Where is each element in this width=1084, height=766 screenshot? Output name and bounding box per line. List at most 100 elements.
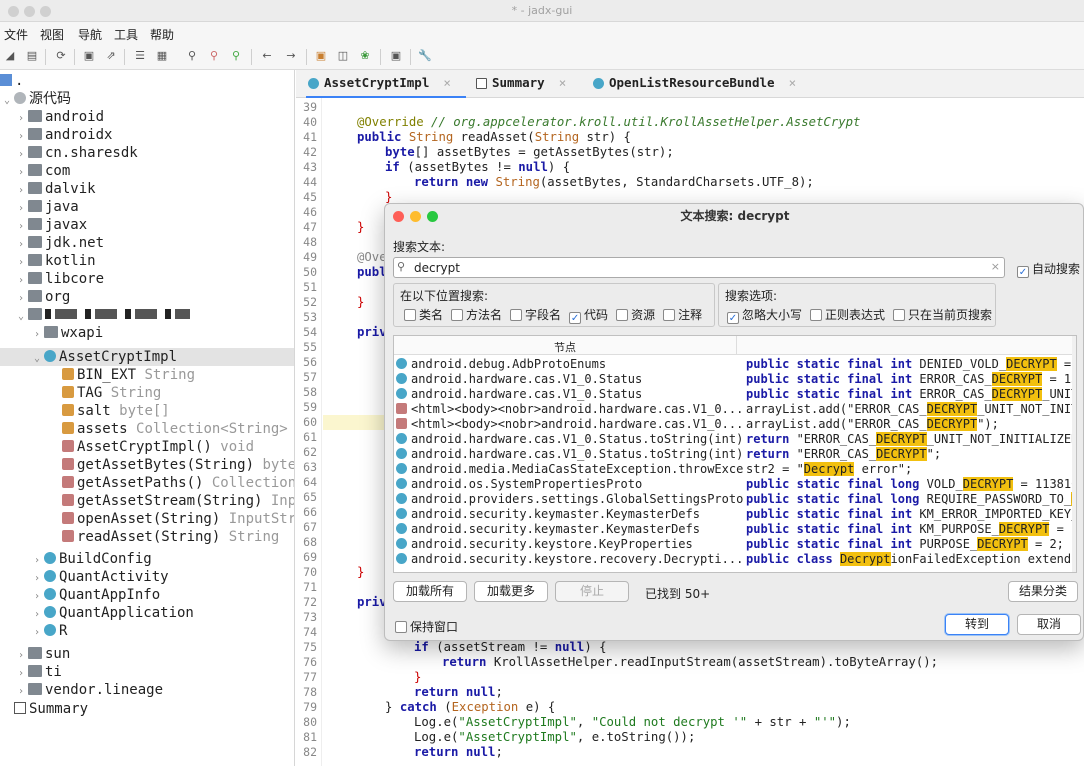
scope-checkbox[interactable]: ✓ 代码 [569,308,608,324]
tree-source-node[interactable]: ⌄ 源代码 [0,90,71,108]
result-row[interactable]: android.providers.settings.GlobalSetting… [394,492,1076,507]
search-icon[interactable]: ⚲ [185,49,199,63]
tree-package-wxapi[interactable]: › wxapi [30,324,103,342]
chevron-down-icon[interactable]: ⌄ [30,350,44,368]
save-icon[interactable]: ▣ [82,49,96,63]
chevron-right-icon[interactable]: › [30,326,44,344]
forward-icon[interactable]: → [284,49,298,63]
tree-package[interactable]: › jdk.net [14,234,104,252]
result-row[interactable]: <html><body><nobr>android.hardware.cas.V… [394,402,1076,417]
column-node[interactable]: 节点 [554,339,576,355]
result-row[interactable]: <html><body><nobr>android.hardware.cas.V… [394,417,1076,432]
chevron-right-icon[interactable]: › [30,624,44,642]
tree-class[interactable]: › QuantAppInfo [30,586,160,604]
quark-icon[interactable]: ◫ [336,49,350,63]
tree-package[interactable]: › kotlin [14,252,96,270]
result-row[interactable]: android.security.keystore.recovery.Decry… [394,552,1076,567]
tree-package[interactable]: › vendor.lineage [14,681,163,699]
tab-assetcryptimpl[interactable]: AssetCryptImpl × [306,70,466,98]
goto-button[interactable]: 转到 [945,614,1009,635]
menu-navigate[interactable]: 导航 [78,26,102,43]
scope-checkbox[interactable]: 注释 [663,308,702,322]
keep-window-checkbox[interactable]: 保持窗口 [395,618,458,635]
result-row[interactable]: android.hardware.cas.V1_0.Status public s… [394,372,1076,387]
menu-file[interactable]: 文件 [4,26,28,43]
tree-member[interactable]: openAsset(String) InputStream [62,510,294,528]
open-folder-icon[interactable]: ◢ [3,49,17,63]
tree-class[interactable]: › BuildConfig [30,550,152,568]
result-row[interactable]: android.media.MediaCasStateException.thr… [394,462,1076,477]
tree-root[interactable]: . [0,72,23,90]
scope-checkbox[interactable]: 类名 [404,308,443,322]
tree-package[interactable]: › dalvik [14,180,96,198]
tree-member[interactable]: getAssetPaths() Collection [62,474,294,492]
result-row[interactable]: android.hardware.cas.V1_0.Status.toStrin… [394,447,1076,462]
load-more-button[interactable]: 加载更多 [474,581,548,602]
back-icon[interactable]: ← [260,49,274,63]
tree-member[interactable]: BIN_EXT String [62,366,195,384]
scope-checkbox[interactable]: 资源 [616,308,655,322]
sync-tree-icon[interactable]: ☰ [133,49,147,63]
result-row[interactable]: android.security.keymaster.KeymasterDefs… [394,507,1076,522]
result-row[interactable]: android.security.keymaster.KeymasterDefs… [394,522,1076,537]
preferences-icon[interactable]: 🔧 [418,49,432,63]
cancel-button[interactable]: 取消 [1017,614,1081,635]
menu-view[interactable]: 视图 [40,26,64,43]
tab-openlistresourcebundle[interactable]: OpenListResourceBundle × [591,70,821,98]
result-row[interactable]: android.security.keystore.KeyProperties p… [394,537,1076,552]
tree-package-obfuscated[interactable]: ⌄ [14,306,190,324]
result-row[interactable]: android.os.SystemPropertiesProto public s… [394,477,1076,492]
menu-tools[interactable]: 工具 [114,26,138,43]
tab-summary[interactable]: Summary × [474,70,584,98]
chevron-down-icon[interactable]: ⌄ [0,92,14,110]
tree-member[interactable]: TAG String [62,384,161,402]
clear-icon[interactable]: × [991,260,1000,273]
scope-checkbox[interactable]: 方法名 [451,308,502,322]
project-tree[interactable]: . ⌄ 源代码 › android › androidx › cn.sharesdk › com… [0,70,295,766]
menu-help[interactable]: 帮助 [150,26,174,43]
stop-button[interactable]: 停止 [555,581,629,602]
option-checkbox[interactable]: ✓ 忽略大小写 [727,308,802,324]
tree-summary[interactable]: Summary [14,700,88,718]
option-checkbox[interactable]: 正则表达式 [810,308,885,322]
close-tab-icon[interactable]: × [789,75,797,90]
scope-checkbox[interactable]: 字段名 [510,308,561,322]
tree-package[interactable]: › androidx [14,126,112,144]
tree-class[interactable]: › R [30,622,67,640]
tree-package[interactable]: › android [14,108,104,126]
log-viewer-icon[interactable]: ▣ [389,49,403,63]
tree-package[interactable]: › sun [14,645,70,663]
option-checkbox[interactable]: 只在当前页搜索 [893,308,992,322]
result-row[interactable]: android.hardware.cas.V1_0.Status public s… [394,387,1076,402]
close-tab-icon[interactable]: × [443,75,451,90]
chevron-right-icon[interactable]: › [14,683,28,701]
tree-member[interactable]: assets Collection<String> [62,420,288,438]
tree-member[interactable]: getAssetStream(String) InputStream [62,492,294,510]
results-scrollbar[interactable] [1072,336,1076,572]
tree-member[interactable]: salt byte[] [62,402,170,420]
search-input[interactable]: ⚲ decrypt × [393,257,1005,278]
result-row[interactable]: android.debug.AdbProtoEnums public static… [394,357,1076,372]
result-row[interactable]: android.hardware.cas.V1_0.Status.toStrin… [394,432,1076,447]
tree-package[interactable]: › ti [14,663,62,681]
tree-class[interactable]: › QuantActivity [30,568,169,586]
search-results-table[interactable]: 节点 android.debug.AdbProtoEnums public sta… [393,335,1077,573]
tree-package[interactable]: › javax [14,216,87,234]
auto-search-checkbox[interactable]: ✓ 自动搜索 [1017,260,1080,278]
debug-icon[interactable]: ❀ [358,49,372,63]
tree-class[interactable]: › QuantApplication [30,604,194,622]
tree-member[interactable]: readAsset(String) String [62,528,279,546]
tree-package[interactable]: › org [14,288,70,306]
deobfuscation-icon[interactable]: ▣ [314,49,328,63]
reload-icon[interactable]: ⟳ [54,49,68,63]
tree-package[interactable]: › libcore [14,270,104,288]
group-results-button[interactable]: 结果分类 [1008,581,1078,602]
tree-member[interactable]: AssetCryptImpl() void [62,438,254,456]
tree-package[interactable]: › java [14,198,79,216]
tree-class-selected[interactable]: ⌄ AssetCryptImpl [30,348,177,366]
tree-package[interactable]: › com [14,162,70,180]
find-usage-icon[interactable]: ⚲ [229,49,243,63]
export-icon[interactable]: ⇗ [104,49,118,63]
flatten-packages-icon[interactable]: ▦ [155,49,169,63]
chevron-down-icon[interactable]: ⌄ [14,308,28,326]
